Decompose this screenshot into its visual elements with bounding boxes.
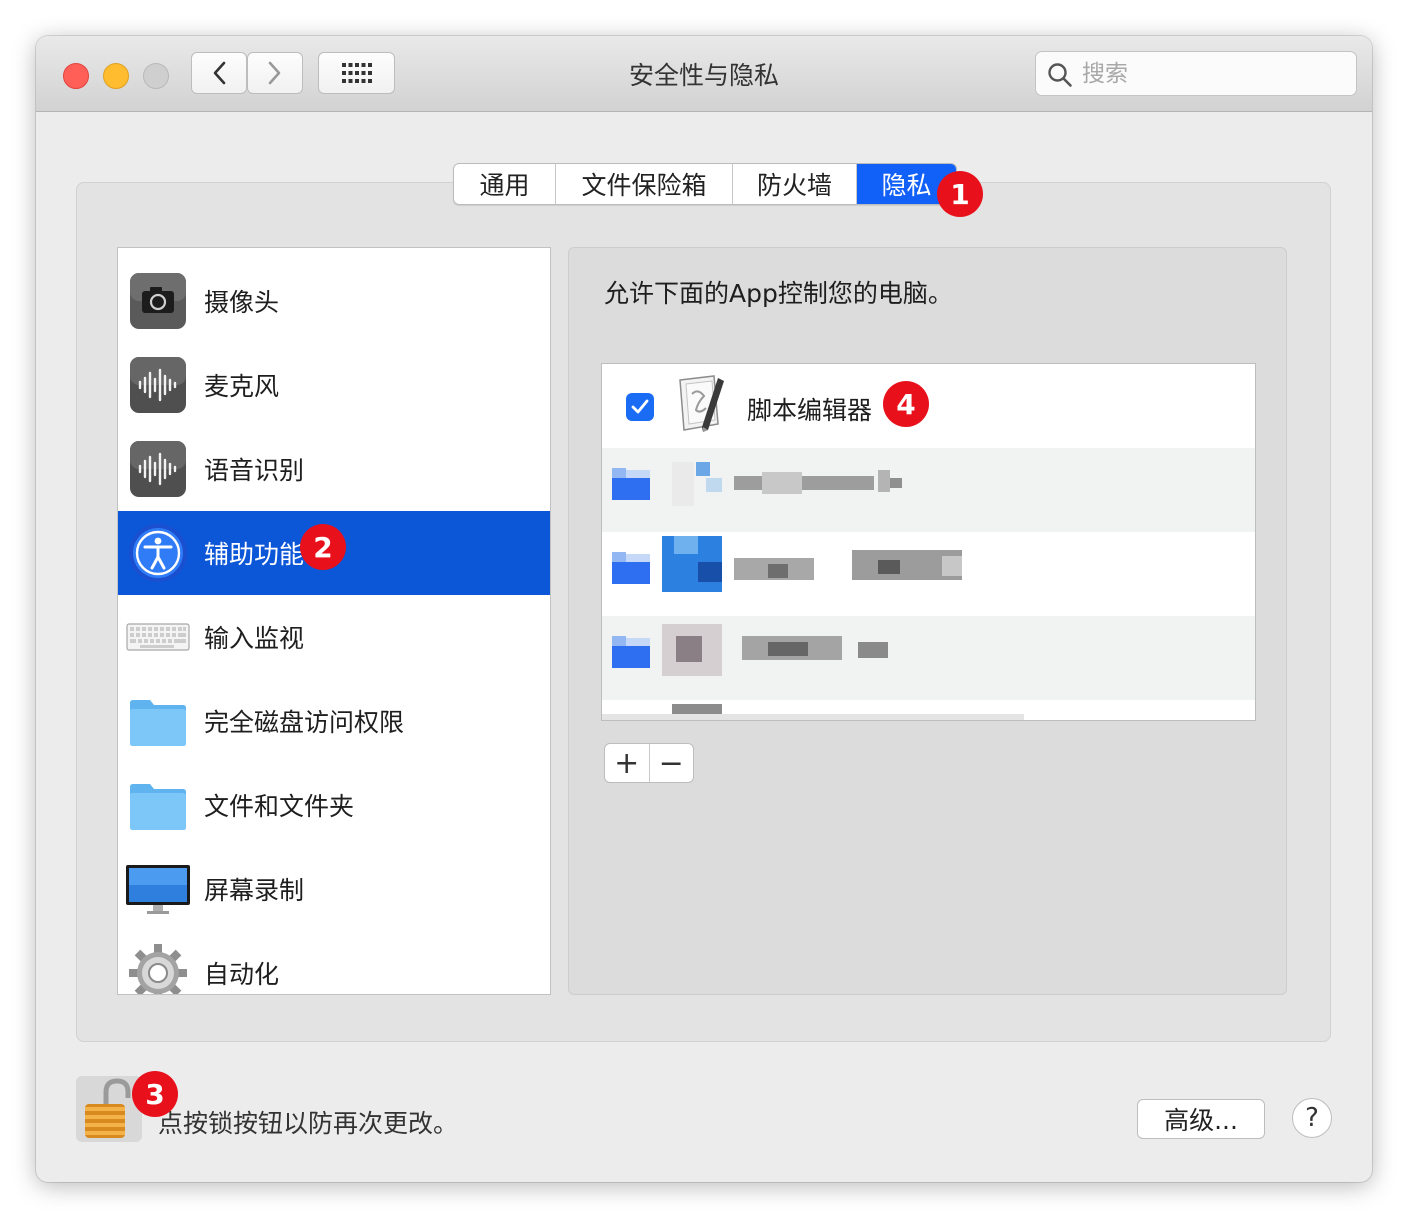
sidebar-item-label: 辅助功能: [204, 540, 305, 569]
sidebar-item-label: 摄像头: [204, 288, 280, 317]
forward-button[interactable]: [247, 52, 303, 94]
privacy-category-list[interactable]: 摄像头 麦克风 语音识别 辅助功能 输入监视 完全磁盘访问权限 文件和文件夹 屏…: [117, 247, 551, 995]
add-button[interactable]: +: [605, 744, 650, 782]
checkmark-icon: [631, 399, 649, 414]
speech-recognition-icon: [130, 441, 186, 497]
accessibility-pane: 允许下面的App控制您的电脑。 脚本编辑器 + −: [568, 247, 1287, 995]
add-remove-control: + −: [604, 743, 694, 783]
sidebar-item-label: 屏幕录制: [204, 876, 305, 905]
search-icon: [1048, 63, 1072, 87]
sidebar-item-full-disk-access[interactable]: 完全磁盘访问权限: [118, 679, 550, 763]
annotation-badge: 1: [937, 171, 983, 217]
annotation-badge: 2: [300, 524, 346, 570]
show-all-button[interactable]: [318, 52, 395, 94]
folder-icon: [130, 784, 186, 830]
advanced-button[interactable]: 高级...: [1137, 1099, 1265, 1139]
help-button[interactable]: ?: [1292, 1098, 1332, 1138]
security-privacy-window: 安全性与隐私 通用 文件保险箱 防火墙 隐私 摄像头: [36, 36, 1372, 1182]
window-title: 安全性与隐私: [628, 61, 779, 90]
annotation-badge: 3: [132, 1071, 178, 1117]
annotation-badge: 4: [883, 381, 929, 427]
sidebar-item-automation[interactable]: 自动化: [118, 931, 550, 994]
sidebar-item-camera[interactable]: 摄像头: [118, 259, 550, 343]
tab-firewall[interactable]: 防火墙: [733, 164, 857, 204]
list-item: [602, 532, 1024, 616]
folder-icon: [130, 700, 186, 746]
zoom-button: [143, 63, 169, 89]
accessibility-icon: [129, 524, 187, 582]
app-list[interactable]: 脚本编辑器: [601, 363, 1256, 721]
pane-description: 允许下面的App控制您的电脑。: [604, 279, 953, 308]
chevron-left-icon: [213, 61, 226, 85]
tab-bar: 通用 文件保险箱 防火墙 隐私: [453, 163, 957, 205]
search-input[interactable]: [1080, 58, 1344, 90]
camera-icon: [130, 273, 186, 329]
sidebar-item-microphone[interactable]: 麦克风: [118, 343, 550, 427]
chevron-right-icon: [268, 61, 281, 85]
unlocked-padlock-icon: [85, 1078, 131, 1138]
script-editor-icon: [679, 375, 724, 432]
sidebar-item-input-monitoring[interactable]: 输入监视: [118, 595, 550, 679]
gear-icon: [129, 944, 187, 994]
tab-general[interactable]: 通用: [454, 164, 556, 204]
app-name: 脚本编辑器: [747, 396, 873, 425]
app-checkbox[interactable]: [626, 393, 654, 421]
sidebar-item-label: 语音识别: [204, 456, 305, 485]
sidebar-item-label: 完全磁盘访问权限: [204, 708, 405, 737]
list-item: [602, 700, 1024, 720]
lock-button[interactable]: [76, 1076, 142, 1142]
sidebar-item-speech-recognition[interactable]: 语音识别: [118, 427, 550, 511]
sidebar-item-label: 文件和文件夹: [204, 792, 355, 821]
close-button[interactable]: [63, 63, 89, 89]
remove-button[interactable]: −: [650, 744, 694, 782]
sidebar-item-label: 自动化: [204, 960, 280, 989]
minimize-button[interactable]: [103, 63, 129, 89]
sidebar-item-files-and-folders[interactable]: 文件和文件夹: [118, 763, 550, 847]
keyboard-icon: [126, 623, 190, 651]
sidebar-item-label: 输入监视: [204, 624, 305, 653]
sidebar-item-label: 麦克风: [204, 372, 280, 401]
microphone-icon: [130, 357, 186, 413]
back-button[interactable]: [191, 52, 247, 94]
tab-filevault[interactable]: 文件保险箱: [556, 164, 733, 204]
display-icon: [126, 865, 190, 914]
grid-icon: [341, 63, 372, 83]
list-item: [602, 616, 1255, 700]
lock-status-text: 点按锁按钮以防再次更改。: [158, 1109, 459, 1138]
list-item: [602, 448, 1255, 532]
title-bar: 安全性与隐私: [36, 36, 1372, 112]
search-field[interactable]: [1035, 51, 1357, 96]
sidebar-item-screen-recording[interactable]: 屏幕录制: [118, 847, 550, 931]
